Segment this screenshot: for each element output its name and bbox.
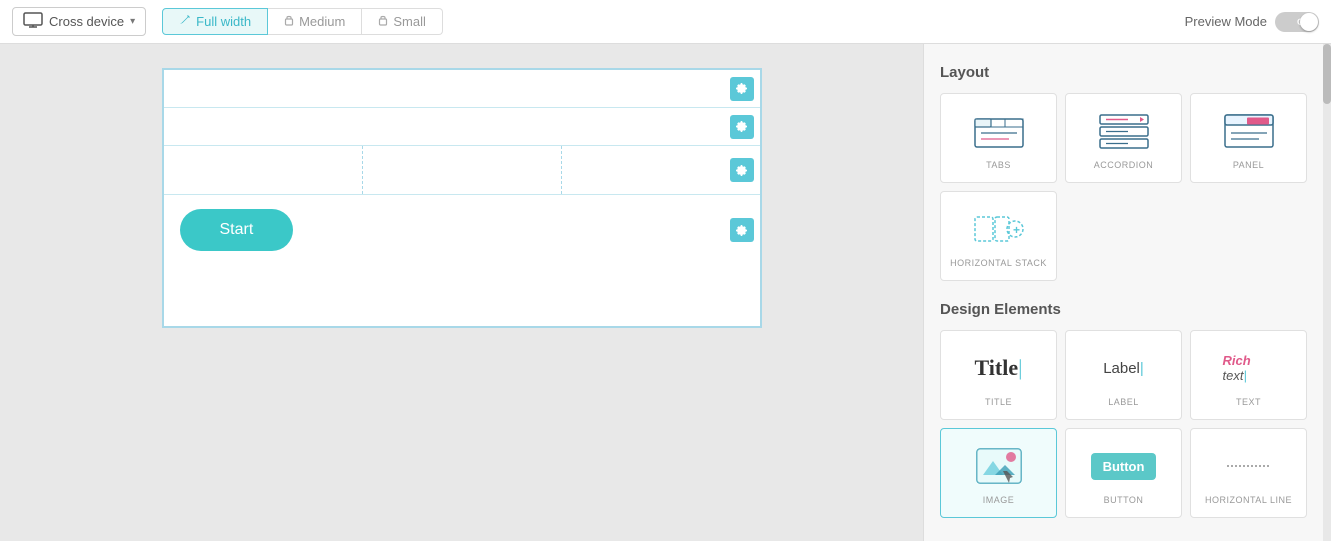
layout-card-tabs[interactable]: TABS xyxy=(940,93,1057,183)
preview-mode-label: Preview Mode xyxy=(1185,14,1267,29)
row4-settings-button[interactable] xyxy=(730,218,754,242)
row1-content xyxy=(164,81,760,97)
start-button[interactable]: Start xyxy=(180,209,294,251)
design-card-label[interactable]: Label| LABEL xyxy=(1065,330,1182,420)
row2-settings-button[interactable] xyxy=(730,115,754,139)
layout-section-title: Layout xyxy=(940,64,1307,81)
page-canvas: Start xyxy=(162,68,762,328)
layout-card-accordion[interactable]: ACCORDION xyxy=(1065,93,1182,183)
label-label: LABEL xyxy=(1108,397,1139,407)
toolbar-left: Cross device ▾ Full width xyxy=(12,7,443,36)
image-label: IMAGE xyxy=(983,495,1015,505)
toolbar: Cross device ▾ Full width xyxy=(0,0,1331,44)
design-card-title[interactable]: Title| TITLE xyxy=(940,330,1057,420)
hstack-label: HORIZONTAL STACK xyxy=(950,258,1047,268)
width-tabs: Full width Medium Small xyxy=(162,8,443,35)
lock-icon-small xyxy=(378,14,388,29)
small-label: Small xyxy=(393,14,426,29)
design-card-text[interactable]: Rich text| TEXT xyxy=(1190,330,1307,420)
row2-content xyxy=(164,119,760,135)
accordion-label: ACCORDION xyxy=(1094,160,1154,170)
button-icon: Button xyxy=(1098,445,1150,487)
scrollbar-thumb[interactable] xyxy=(1323,44,1331,104)
text-label: TEXT xyxy=(1236,397,1261,407)
monitor-icon xyxy=(23,12,43,31)
full-width-label: Full width xyxy=(196,14,251,29)
button-label: BUTTON xyxy=(1104,495,1144,505)
title-icon: Title| xyxy=(973,347,1025,389)
tab-medium[interactable]: Medium xyxy=(268,8,362,35)
label-icon: Label| xyxy=(1098,347,1150,389)
image-icon xyxy=(973,445,1025,487)
right-panel: Layout TABS xyxy=(923,44,1323,541)
row3-settings-button[interactable] xyxy=(730,158,754,182)
preview-toggle[interactable]: OFF xyxy=(1275,12,1319,32)
pencil-icon xyxy=(179,14,191,29)
canvas-row-4: Start xyxy=(164,195,760,265)
design-card-image[interactable]: IMAGE xyxy=(940,428,1057,518)
tabs-label: TABS xyxy=(986,160,1011,170)
device-selector[interactable]: Cross device ▾ xyxy=(12,7,146,36)
lock-icon-medium xyxy=(284,14,294,29)
row1-settings-button[interactable] xyxy=(730,77,754,101)
tab-full-width[interactable]: Full width xyxy=(162,8,268,35)
medium-label: Medium xyxy=(299,14,345,29)
canvas-row-2 xyxy=(164,108,760,146)
design-grid: Title| TITLE Label| LABEL Rich text| xyxy=(940,330,1307,518)
tabs-icon xyxy=(973,110,1025,152)
design-card-hline[interactable]: HORIZONTAL LINE xyxy=(1190,428,1307,518)
hstack-icon: + xyxy=(973,208,1025,250)
hline-label: HORIZONTAL LINE xyxy=(1205,495,1292,505)
device-label: Cross device xyxy=(49,14,124,29)
canvas-col-1 xyxy=(164,146,363,194)
design-section-title: Design Elements xyxy=(940,301,1307,318)
layout-grid: TABS ACCORDION xyxy=(940,93,1307,281)
panel-label: PANEL xyxy=(1233,160,1264,170)
toggle-knob xyxy=(1300,13,1318,31)
panel-icon xyxy=(1223,110,1275,152)
text-icon: Rich text| xyxy=(1223,347,1275,389)
canvas-row-3 xyxy=(164,146,760,195)
scrollbar-track[interactable] xyxy=(1323,44,1331,541)
preview-mode-area: Preview Mode OFF xyxy=(1185,12,1319,32)
canvas-area: Start xyxy=(0,44,923,541)
hline-icon xyxy=(1223,445,1275,487)
canvas-col-2 xyxy=(363,146,562,194)
design-card-button[interactable]: Button BUTTON xyxy=(1065,428,1182,518)
tab-small[interactable]: Small xyxy=(362,8,443,35)
layout-card-hstack[interactable]: + HORIZONTAL STACK xyxy=(940,191,1057,281)
main-content: Start Layout xyxy=(0,44,1331,541)
title-label: TITLE xyxy=(985,397,1012,407)
accordion-icon xyxy=(1098,110,1150,152)
chevron-down-icon: ▾ xyxy=(130,16,135,27)
canvas-row-1 xyxy=(164,70,760,108)
svg-text:+: + xyxy=(1013,223,1020,237)
layout-card-panel[interactable]: PANEL xyxy=(1190,93,1307,183)
